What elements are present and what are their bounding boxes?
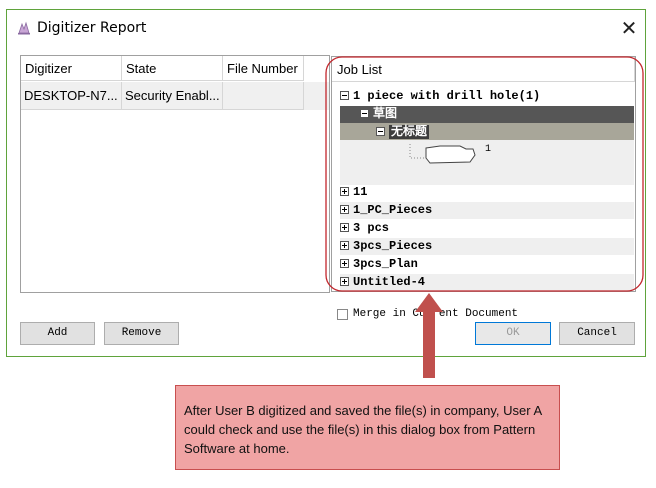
annotation-arrow	[415, 293, 443, 378]
callout-text: After User B digitized and saved the fil…	[184, 403, 542, 456]
callout-box: After User B digitized and saved the fil…	[175, 385, 560, 470]
highlight-outline	[325, 56, 644, 292]
